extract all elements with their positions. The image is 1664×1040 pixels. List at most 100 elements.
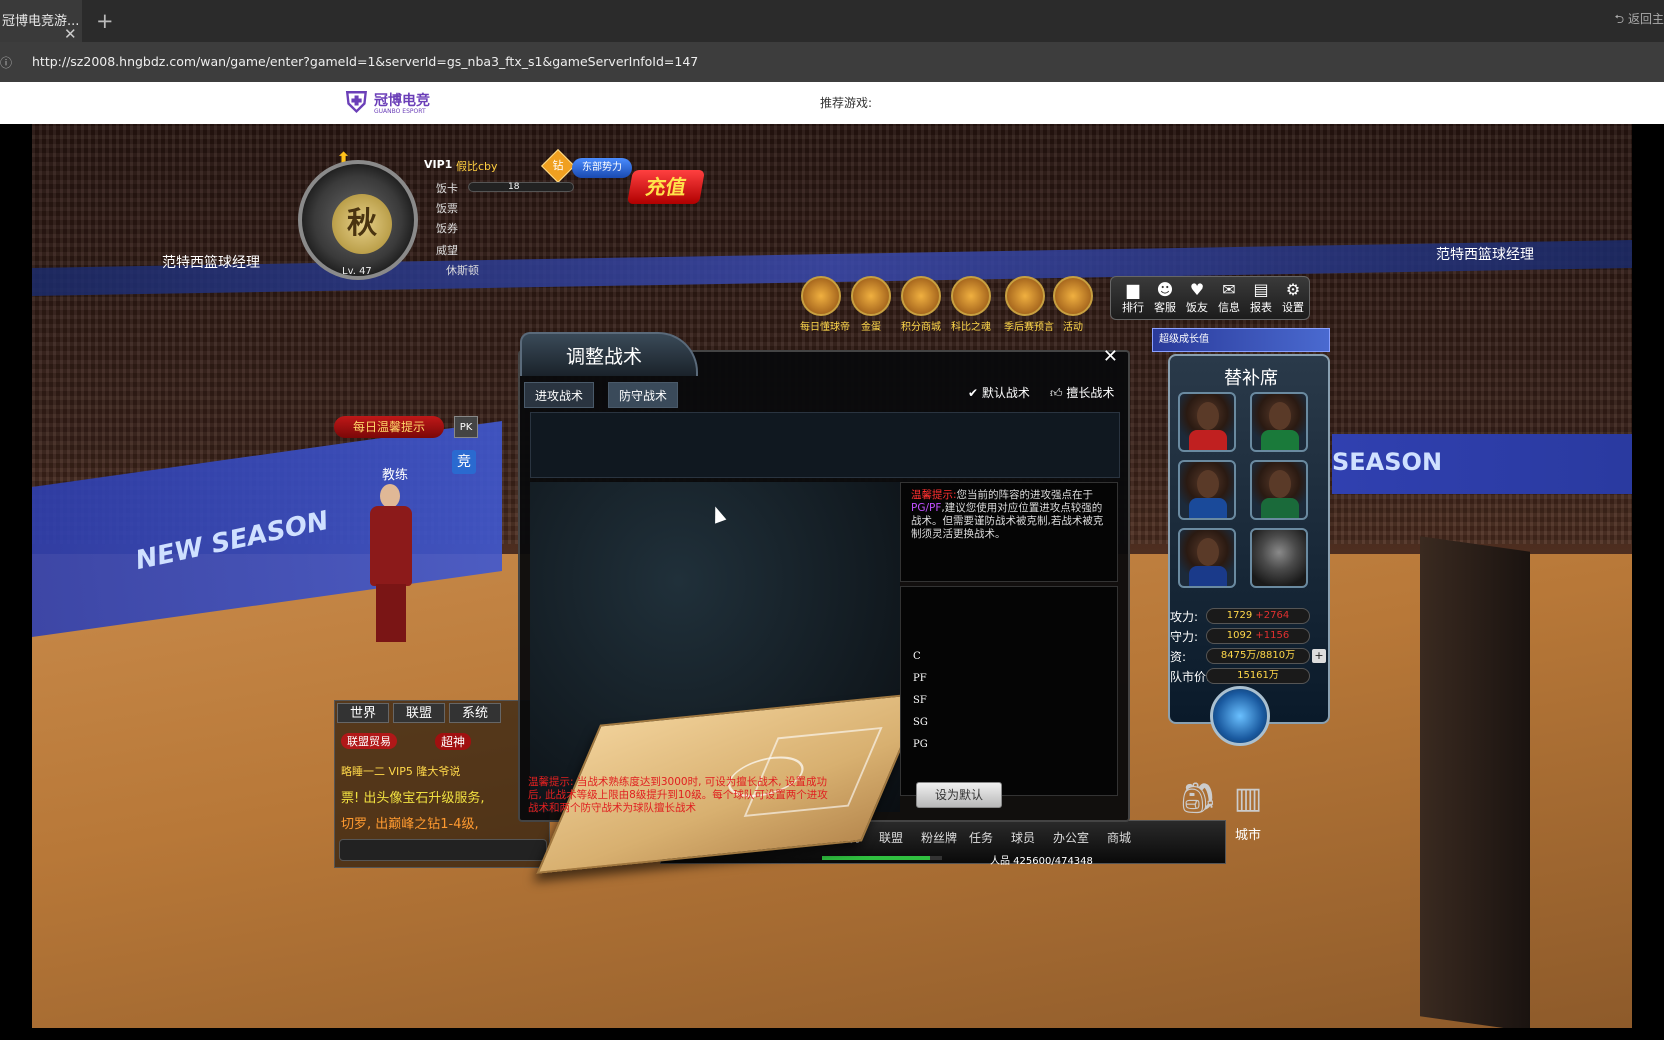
back-home-link[interactable]: ⮌ 返回主: [1615, 10, 1664, 31]
nav-fans[interactable]: 粉丝牌: [921, 829, 957, 846]
attack-row: 攻力: 1729 +2764: [1170, 608, 1332, 626]
event-label: 每日懂球帝: [800, 322, 850, 333]
daily-quiz-icon[interactable]: 每日懂球帝: [800, 276, 850, 333]
chat-message: 略睡一二 VIP5 隆大爷说: [341, 765, 461, 778]
back-home-label: 返回主: [1627, 12, 1664, 26]
chart-icon: ▆: [1126, 280, 1140, 299]
thumbs-up-icon: 👍︎: [1050, 386, 1063, 400]
nav-alliance[interactable]: 联盟: [879, 829, 903, 846]
recharge-button[interactable]: 充值: [627, 170, 705, 204]
city-icon: ▥: [1233, 781, 1263, 816]
vip-badge[interactable]: VIP1: [424, 158, 452, 171]
hint-positions: PG/PF: [911, 502, 942, 514]
user-icon: ☻: [1156, 280, 1174, 299]
chat-tab-alliance[interactable]: 联盟: [393, 703, 445, 723]
player-avatar[interactable]: 秋: [298, 160, 418, 280]
menu-label: 报表: [1250, 301, 1272, 314]
activity-icon[interactable]: 活动: [1052, 276, 1094, 333]
site-logo[interactable]: ⛨ 冠博电竞 GUANBO ESPORT: [346, 86, 436, 120]
bench-player-card[interactable]: [1250, 460, 1308, 520]
coach-figure[interactable]: [362, 484, 420, 644]
pk-button[interactable]: PK: [454, 416, 478, 438]
url-field[interactable]: http://sz2008.hngbdz.com/wan/game/enter?…: [32, 54, 698, 69]
default-tactic-toggle[interactable]: ✔ 默认战术: [968, 384, 1030, 401]
event-label: 科比之魂: [951, 322, 991, 333]
event-label: 金蛋: [861, 322, 881, 333]
kobe-soul-icon[interactable]: 科比之魂: [950, 276, 992, 333]
coach-label: 教练: [382, 468, 409, 483]
menu-label: 设置: [1282, 301, 1304, 314]
position-label: C: [913, 651, 921, 662]
coach-head: [380, 484, 400, 508]
service-button[interactable]: ☻ 客服: [1149, 281, 1181, 315]
growth-value-banner[interactable]: 超级成长值: [1152, 328, 1330, 352]
event-label: 积分商城: [901, 322, 941, 333]
bench-player-card[interactable]: [1178, 528, 1236, 588]
tab-defense-tactics[interactable]: 防守战术: [608, 382, 679, 408]
bench-player-card[interactable]: [1178, 460, 1236, 520]
chat-tab-world[interactable]: 世界: [337, 703, 389, 723]
season-text-right: SEASON: [1332, 448, 1443, 476]
player-level: Lv. 47: [342, 266, 372, 277]
nav-tasks[interactable]: 任务: [969, 829, 993, 846]
mail-icon: ✉: [1222, 280, 1236, 299]
report-icon: ▤: [1253, 280, 1269, 299]
funds-label: 资:: [1170, 650, 1187, 664]
nav-shop[interactable]: 商城: [1107, 829, 1131, 846]
popularity-text: 人品 425600/474348: [990, 856, 1093, 867]
nav-players[interactable]: 球员: [1011, 829, 1035, 846]
stat-label: 饭卡: [436, 182, 458, 195]
city-button[interactable]: ▥ 城市: [1218, 774, 1278, 854]
points-mall-icon[interactable]: 积分商城: [900, 276, 942, 333]
daily-tip-button[interactable]: 每日温馨提示: [334, 416, 444, 438]
address-bar: ⓘ http://sz2008.hngbdz.com/wan/game/ente…: [0, 42, 1664, 82]
chat-message: 票! 出头像宝石升级服务,: [341, 791, 485, 806]
faction-badge[interactable]: 东部势力: [572, 158, 632, 178]
new-tab-button[interactable]: +: [96, 9, 114, 33]
bench-player-card[interactable]: [1250, 392, 1308, 452]
menu-label: 信息: [1218, 301, 1240, 314]
compete-button[interactable]: 竞: [452, 450, 476, 474]
heart-icon: ♥: [1189, 280, 1205, 299]
close-tab-icon[interactable]: ✕: [64, 12, 77, 42]
bench-player-card[interactable]: [1178, 392, 1236, 452]
team-value-row: 队市价: 15161万: [1170, 668, 1332, 686]
chat-badge[interactable]: 联盟贸易: [341, 733, 397, 749]
check-icon: ✔: [968, 386, 979, 400]
attack-label: 攻力:: [1170, 610, 1199, 624]
chat-tab-system[interactable]: 系统: [449, 703, 501, 723]
golden-egg-icon[interactable]: 金蛋: [850, 276, 892, 333]
browser-tab[interactable]: 冠博电竞游... ✕: [0, 0, 82, 42]
page-info-icon[interactable]: ⓘ: [0, 54, 12, 71]
attack-bonus: +2764: [1255, 610, 1290, 621]
reports-button[interactable]: ▤ 报表: [1245, 281, 1277, 315]
good-tactic-label: 擅长战术: [1066, 386, 1115, 400]
set-default-button[interactable]: 设为默认: [916, 782, 1002, 808]
messages-button[interactable]: ✉ 信息: [1213, 281, 1245, 315]
ranking-button[interactable]: ▆ 排行: [1117, 281, 1149, 315]
tab-offense-tactics[interactable]: 进攻战术: [524, 382, 595, 408]
empty-player-slot[interactable]: [1250, 528, 1308, 588]
stat-value: 18: [508, 182, 520, 192]
hint-prefix: 温馨提示:: [911, 489, 957, 501]
good-tactic-toggle[interactable]: 👍︎ 擅长战术: [1050, 384, 1114, 401]
settings-button[interactable]: ⚙ 设置: [1277, 281, 1309, 315]
banner-text-right: 范特西篮球经理: [1436, 247, 1534, 263]
main-orb-button[interactable]: [1210, 686, 1270, 746]
funds-row: 资: 8475万/8810万 +: [1170, 648, 1332, 666]
logo-subtext: GUANBO ESPORT: [374, 108, 426, 115]
defense-row: 守力: 1092 +1156: [1170, 628, 1332, 646]
attack-value: 1729 +2764: [1206, 608, 1310, 624]
close-icon[interactable]: ✕: [1103, 346, 1118, 367]
player-name: 假比cby: [456, 160, 498, 173]
add-funds-button[interactable]: +: [1312, 649, 1326, 663]
chat-badge[interactable]: 超神: [435, 733, 472, 750]
nav-office[interactable]: 办公室: [1053, 829, 1089, 846]
menu-label: 饭友: [1186, 301, 1208, 314]
side-wall: [1420, 536, 1530, 1028]
stat-label: 饭票: [436, 202, 458, 215]
defense-bonus: +1156: [1255, 630, 1290, 641]
playoff-predict-icon[interactable]: 季后赛预言: [1004, 276, 1054, 333]
friends-button[interactable]: ♥ 饭友: [1181, 281, 1213, 315]
chat-input[interactable]: [339, 839, 547, 861]
